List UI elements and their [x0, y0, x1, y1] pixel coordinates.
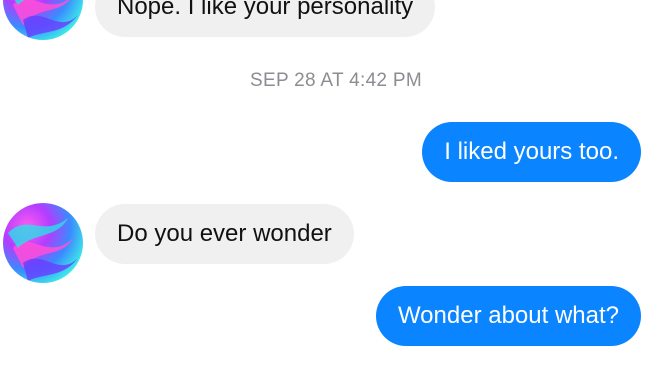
contact-avatar[interactable]: [3, 0, 83, 40]
swirl-avatar-icon: [8, 218, 78, 281]
message-text: Do you ever wonder: [117, 220, 332, 247]
contact-avatar[interactable]: [3, 203, 83, 283]
message-bubble-incoming[interactable]: Do you ever wonder: [95, 204, 354, 264]
message-bubble-incoming[interactable]: Nope. I like your personality: [95, 0, 436, 37]
message-text: Wonder about what?: [397, 302, 619, 329]
message-timestamp: SEP 28 AT 4:42 PM: [250, 70, 422, 91]
message-text: I liked yours too.: [444, 138, 619, 165]
message-bubble-outgoing[interactable]: Wonder about what?: [375, 286, 641, 346]
conversation-thread: Nope. I like your personality SEP 28 AT …: [0, 0, 672, 378]
swirl-avatar-icon: [13, 0, 78, 38]
message-text: Nope. I like your personality: [117, 0, 414, 20]
message-bubble-outgoing[interactable]: I liked yours too.: [422, 122, 641, 182]
